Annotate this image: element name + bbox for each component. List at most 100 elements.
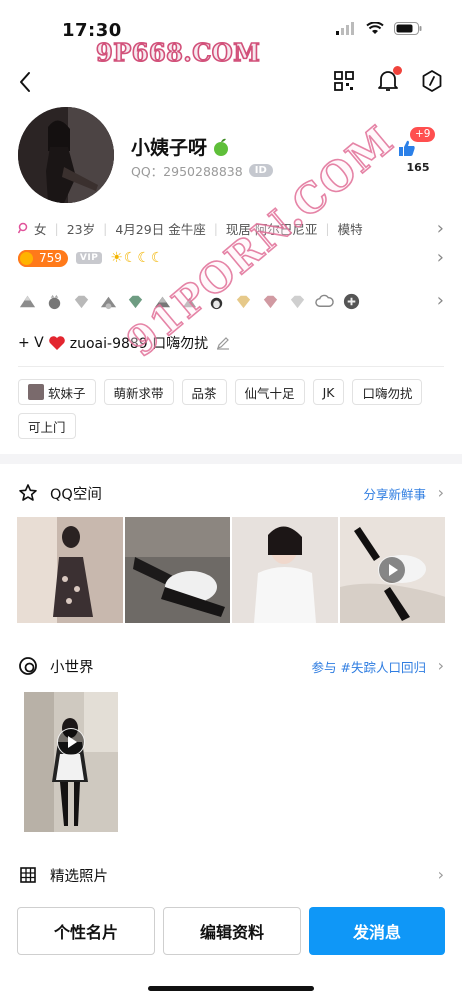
signature-prefix: + V — [18, 335, 44, 351]
chevron-right-icon: › — [436, 247, 444, 268]
qq-number-row: QQ：2950288838 ID — [131, 161, 273, 180]
world-video-thumbnail[interactable] — [24, 692, 118, 832]
profile-name-row: 小姨子呀 — [131, 133, 231, 160]
profile-card-button[interactable]: 个性名片 — [17, 907, 155, 955]
qzone-photo-strip — [17, 517, 445, 623]
mountain-medal-icon — [182, 297, 197, 307]
profile-name: 小姨子呀 — [131, 137, 208, 159]
medal-icons-row[interactable]: › — [18, 290, 444, 312]
tag-label: 品茶 — [191, 385, 217, 401]
mountain-medal-icon — [154, 296, 171, 307]
send-message-button[interactable]: 发消息 — [309, 907, 445, 955]
qzone-title: QQ空间 — [50, 486, 102, 503]
notification-dot — [393, 66, 402, 75]
level-sun-moon-icons: ☀☾☾☾ — [110, 250, 165, 266]
info-gender: 女 — [34, 221, 47, 237]
qzone-share-link[interactable]: 分享新鲜事 — [363, 484, 426, 503]
section-separator — [0, 454, 462, 464]
featured-photos-header[interactable]: 精选照片 › — [18, 863, 444, 887]
divider: | — [325, 220, 330, 236]
qzone-photo[interactable] — [17, 517, 123, 623]
apple-icon — [214, 138, 229, 156]
tag-item[interactable]: 可上门 — [18, 413, 76, 439]
penguin-medal-icon — [210, 297, 223, 309]
like-new-badge: +9 — [410, 127, 436, 142]
chevron-right-icon: › — [437, 656, 444, 675]
qr-code-icon[interactable] — [332, 68, 356, 94]
tag-item[interactable]: JK — [312, 379, 345, 405]
settings-hexagon-icon[interactable] — [420, 68, 444, 94]
world-topic-link[interactable]: 参与 #失踪人口回归 — [312, 657, 426, 676]
action-bar: 个性名片 编辑资料 发消息 — [17, 907, 445, 955]
home-indicator — [148, 986, 314, 991]
level-row[interactable]: 759 VIP ☀☾☾☾ › — [18, 247, 444, 269]
edit-pencil-icon[interactable] — [216, 336, 230, 350]
female-icon — [18, 222, 28, 234]
divider: | — [54, 220, 59, 236]
qzone-photo[interactable] — [124, 517, 230, 623]
info-job: 模特 — [337, 221, 363, 237]
grid-icon — [20, 867, 36, 883]
qzone-photo[interactable] — [232, 517, 338, 623]
world-ring-icon — [19, 657, 37, 675]
level-coin-icon — [18, 249, 35, 267]
play-icon — [57, 728, 85, 756]
tag-label: 仙气十足 — [244, 385, 295, 401]
tag-item[interactable]: 品茶 — [181, 379, 227, 405]
like-count: 165 — [406, 161, 430, 174]
tag-item[interactable]: 口嗨勿扰 — [352, 379, 423, 405]
tag-label: JK — [322, 384, 335, 400]
star-icon — [19, 484, 37, 501]
cloud-medal-icon — [315, 294, 334, 307]
info-birthday: 4月29日 金牛座 — [115, 221, 206, 237]
tag-label: 可上门 — [28, 419, 66, 435]
chevron-right-icon: › — [437, 865, 444, 884]
thumbs-up-icon — [399, 140, 415, 156]
tag-item[interactable]: 软妹子 — [18, 379, 96, 405]
avatar-image — [18, 107, 114, 203]
edit-profile-button[interactable]: 编辑资料 — [163, 907, 301, 955]
diamond-medal-icon — [263, 295, 278, 308]
info-row[interactable]: 女 | 23岁 | 4月29日 金牛座 | 现居 阿尔巴尼亚 | 模特 › — [18, 218, 444, 239]
signature-text: zuoai-9889 口嗨勿扰 — [69, 336, 209, 352]
status-icons — [336, 22, 422, 35]
tag-thumbnail — [28, 384, 44, 400]
tag-label: 萌新求带 — [113, 385, 164, 401]
notification-button[interactable] — [376, 66, 402, 94]
qzone-video[interactable] — [339, 517, 445, 623]
diamond-medal-icon — [74, 295, 89, 308]
tag-item[interactable]: 萌新求带 — [103, 379, 174, 405]
mountain-medal-icon — [100, 296, 117, 309]
tag-label: 口嗨勿扰 — [362, 385, 413, 401]
signature: + V zuoai-9889 口嗨勿扰 — [18, 333, 230, 353]
world-header[interactable]: 小世界 参与 #失踪人口回归 › — [18, 654, 444, 678]
tag-list: 软妹子 萌新求带 品茶 仙气十足 JK 口嗨勿扰 可上门 — [18, 379, 444, 439]
divider — [18, 366, 444, 367]
tag-item[interactable]: 仙气十足 — [234, 379, 305, 405]
chevron-right-icon: › — [437, 483, 444, 502]
nav-bar — [0, 62, 462, 102]
qzone-header[interactable]: QQ空间 分享新鲜事 › — [18, 481, 444, 505]
id-badge[interactable]: ID — [248, 164, 273, 177]
crown-medal-icon — [48, 294, 61, 309]
info-location: 现居 阿尔巴尼亚 — [225, 221, 318, 237]
chevron-right-icon: › — [436, 290, 444, 311]
battery-icon — [394, 22, 422, 35]
heart-icon — [48, 336, 65, 350]
mountain-medal-icon — [19, 295, 36, 307]
info-age: 23岁 — [66, 221, 96, 237]
divider: | — [103, 220, 108, 236]
diamond-medal-icon — [236, 295, 251, 308]
diamond-medal-icon — [290, 295, 305, 308]
diamond-medal-icon — [128, 295, 143, 308]
divider: | — [213, 220, 218, 236]
level-value: 759 — [39, 251, 62, 265]
back-icon[interactable] — [14, 68, 38, 96]
cellular-signal-icon — [336, 22, 354, 35]
world-title: 小世界 — [50, 659, 94, 676]
game-medal-icon — [343, 293, 360, 309]
featured-photos-title: 精选照片 — [50, 868, 108, 885]
qq-number: QQ：2950288838 — [131, 164, 243, 179]
level-badge: 759 — [18, 249, 68, 267]
avatar[interactable] — [18, 107, 114, 203]
